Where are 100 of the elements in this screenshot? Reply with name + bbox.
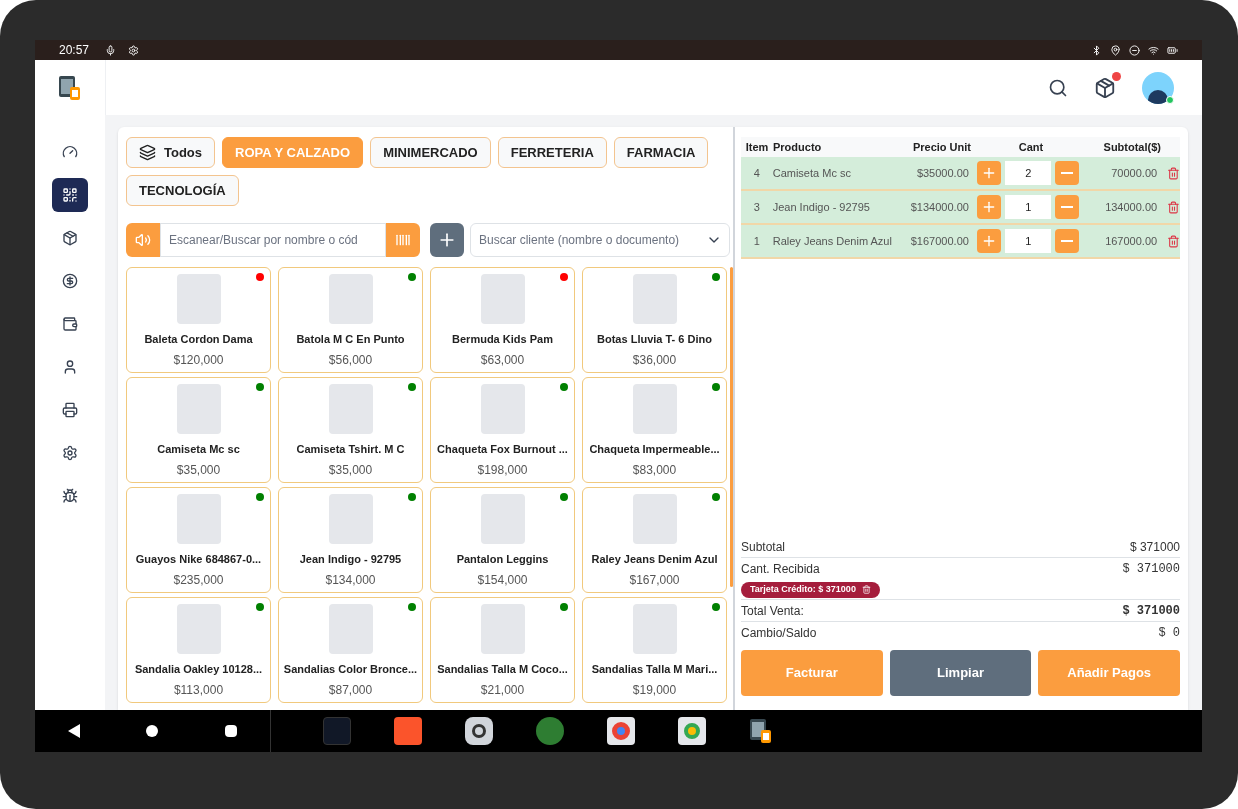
product-name: Sandalias Color Bronce...: [283, 662, 418, 677]
product-price: $35,000: [328, 461, 373, 479]
product-card[interactable]: Botas Lluvia T- 6 Dino $36,000: [582, 267, 727, 373]
product-name: Camiseta Tshirt. M C: [296, 442, 405, 457]
box-icon[interactable]: [1094, 76, 1116, 99]
product-price: $19,000: [632, 681, 677, 699]
column-header: Precio Unit: [911, 139, 971, 155]
product-photo: [176, 494, 221, 544]
back-icon[interactable]: [68, 724, 81, 738]
layers-icon: [139, 144, 156, 161]
sidebar-item[interactable]: [52, 178, 88, 212]
product-name: Sandalia Oakley 10128...: [134, 662, 263, 677]
minus-icon: [1061, 240, 1074, 242]
minus-icon: [1061, 206, 1074, 208]
box-icon: [62, 230, 78, 246]
product-price: $134,000: [325, 571, 376, 589]
summary-label: Subtotal: [741, 538, 786, 556]
product-card[interactable]: Sandalias Talla M Coco... $21,000: [430, 597, 575, 703]
category-tab[interactable]: FARMACIA: [613, 137, 709, 168]
product-card[interactable]: Jean Indigo - 92795 $134,000: [278, 487, 423, 593]
product-price: $120,000: [173, 351, 224, 369]
minus-icon: [1061, 172, 1074, 174]
browser-app-icon[interactable]: [607, 717, 635, 745]
product-search-field[interactable]: Escanear/Buscar por nombre o cód: [160, 223, 386, 257]
product-name: Chaqueta Fox Burnout ...: [437, 442, 568, 457]
barcode-icon: [395, 232, 411, 248]
product-name: Bermuda Kids Pam: [452, 332, 553, 347]
product-card[interactable]: Sandalias Color Bronce... $87,000: [278, 597, 423, 703]
product-name: Raley Jeans Denim Azul: [772, 233, 893, 249]
category-tab[interactable]: MINIMERCADO: [370, 137, 491, 168]
quantity-field[interactable]: 2: [1005, 161, 1052, 185]
column-header: Producto: [773, 139, 823, 155]
product-photo: [328, 384, 373, 434]
search-icon[interactable]: [1048, 77, 1068, 98]
product-price: $235,000: [173, 571, 224, 589]
category-tab[interactable]: FERRETERIA: [497, 137, 607, 168]
product-photo: [328, 274, 373, 324]
summary-label: Total Venta:: [741, 602, 804, 620]
product-card[interactable]: Chaqueta Fox Burnout ... $198,000: [430, 377, 575, 483]
product-photo: [328, 604, 373, 654]
product-card[interactable]: Baleta Cordon Dama $120,000: [126, 267, 271, 373]
action-button[interactable]: Limpiar: [889, 650, 1032, 696]
product-price: $87,000: [328, 681, 373, 699]
add-client-button[interactable]: [430, 223, 464, 257]
delete-icon[interactable]: [1167, 166, 1180, 180]
qr-code-icon: [62, 187, 78, 203]
summary-value: $ 0: [1158, 625, 1180, 642]
pos-app-icon[interactable]: [749, 718, 773, 744]
app-icon[interactable]: [536, 717, 564, 745]
product-card[interactable]: Sandalia Oakley 10128... $113,000: [126, 597, 271, 703]
product-photo: [176, 384, 221, 434]
product-card[interactable]: Camiseta Mc sc $35,000: [126, 377, 271, 483]
payment-tag: Tarjeta Crédito: $ 371000: [741, 581, 880, 598]
notification-badge: [1112, 71, 1121, 81]
product-card[interactable]: Chaqueta Impermeable... $83,000: [582, 377, 727, 483]
product-price: $35,000: [176, 461, 221, 479]
summary-label: Cant. Recibida: [741, 561, 820, 578]
quantity-field[interactable]: 1: [1005, 229, 1052, 253]
home-icon[interactable]: [146, 725, 159, 737]
delete-icon[interactable]: [1167, 234, 1180, 248]
product-card[interactable]: Bermuda Kids Pam $63,000: [430, 267, 575, 373]
wallet-icon: [62, 316, 78, 332]
bug-icon: [62, 488, 78, 504]
quantity-field[interactable]: 1: [1005, 195, 1052, 219]
summary-value: $ 371000: [1129, 538, 1180, 556]
product-card[interactable]: Pantalon Leggins $154,000: [430, 487, 575, 593]
product-photo: [480, 384, 525, 434]
unit-price: $167000.00: [909, 233, 969, 249]
app-logo[interactable]: [58, 74, 82, 101]
summary-value: $ 371000: [1122, 561, 1180, 578]
recents-icon[interactable]: [224, 725, 237, 737]
product-photo: [176, 604, 221, 654]
user-avatar[interactable]: [1142, 71, 1174, 104]
delete-icon[interactable]: [1167, 200, 1180, 214]
product-card[interactable]: Raley Jeans Denim Azul $167,000: [582, 487, 727, 593]
settings-icon: [128, 44, 140, 56]
product-price: $63,000: [480, 351, 525, 369]
product-photo: [328, 494, 373, 544]
product-card[interactable]: Batola M C En Punto $56,000: [278, 267, 423, 373]
product-name: Jean Indigo - 92795: [299, 552, 402, 567]
product-price: $113,000: [173, 681, 224, 699]
product-price: $21,000: [480, 681, 525, 699]
product-photo: [480, 274, 525, 324]
clock: 20:57: [59, 42, 90, 59]
product-name: Camiseta Mc sc: [772, 165, 852, 181]
product-card[interactable]: Guayos Nike 684867-0... $235,000: [126, 487, 271, 593]
product-card[interactable]: Camiseta Tshirt. M C $35,000: [278, 377, 423, 483]
camera-app-icon[interactable]: [465, 717, 493, 745]
category-tab[interactable]: TECNOLOGÍA: [126, 175, 239, 206]
client-search-field[interactable]: Buscar cliente (nombre o documento): [470, 223, 730, 257]
battery-icon: [1167, 44, 1178, 56]
trash-icon[interactable]: [861, 585, 871, 594]
summary-value: $ 371000: [1122, 602, 1180, 620]
row-subtotal: 134000.00: [1104, 199, 1158, 215]
product-name: Botas Lluvia T- 6 Dino: [597, 332, 712, 347]
category-tab[interactable]: Todos: [126, 137, 216, 168]
product-name: Chaqueta Impermeable...: [589, 442, 720, 457]
wifi-icon: [1148, 44, 1159, 56]
product-name: Sandalias Talla M Mari...: [591, 662, 718, 677]
product-card[interactable]: Sandalias Talla M Mari... $19,000: [582, 597, 727, 703]
